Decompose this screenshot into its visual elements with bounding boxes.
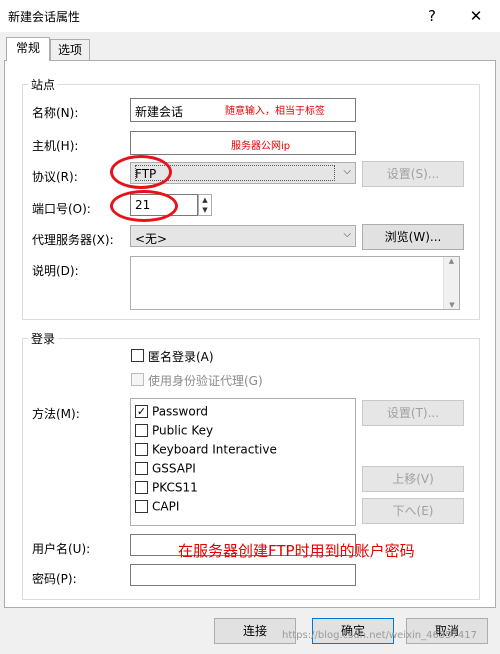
method-label-password: Password — [152, 404, 209, 419]
password-label: 密码(P): — [32, 572, 77, 586]
chevron-down-icon: ⌵ — [343, 166, 351, 177]
list-item[interactable]: CAPI — [135, 497, 179, 515]
anonymous-label: 匿名登录(A) — [148, 350, 214, 364]
list-item[interactable]: GSSAPI — [135, 459, 196, 477]
public-key-checkbox[interactable] — [135, 424, 148, 437]
auth-agent-label: 使用身份验证代理(G) — [148, 374, 263, 388]
method-settings-button[interactable]: 设置(T)... — [362, 400, 464, 426]
account-annotation: 在服务器创建FTP时用到的账户密码 — [178, 542, 415, 560]
help-button[interactable]: ? — [418, 4, 446, 28]
protocol-highlight-ellipse — [110, 155, 172, 189]
name-field[interactable]: 新建会话 随意输入，相当于标签 — [130, 98, 356, 122]
tab-general[interactable]: 常规 — [6, 37, 50, 61]
proxy-select[interactable]: <无> ⌵ — [130, 225, 356, 247]
password-checkbox[interactable]: ✓ — [135, 405, 148, 418]
chevron-down-icon: ⌵ — [343, 229, 351, 240]
keyboard-interactive-checkbox[interactable] — [135, 443, 148, 456]
watermark: https://blog.csdn.net/weixin_46357417 — [282, 630, 478, 641]
auth-agent-checkbox[interactable] — [131, 373, 144, 386]
browse-button[interactable]: 浏览(W)... — [362, 224, 464, 250]
method-label-public-key: Public Key — [152, 423, 214, 438]
proxy-value: <无> — [135, 232, 168, 246]
anonymous-checkbox[interactable] — [131, 349, 144, 362]
method-label: 方法(M): — [32, 407, 80, 421]
gssapi-checkbox[interactable] — [135, 462, 148, 475]
method-label-pkcs11: PKCS11 — [152, 480, 198, 495]
port-label: 端口号(O): — [32, 202, 91, 216]
proxy-label: 代理服务器(X): — [32, 233, 114, 247]
description-scrollbar[interactable]: ▲ ▼ — [443, 257, 459, 309]
list-item[interactable]: Keyboard Interactive — [135, 440, 277, 458]
port-spinner[interactable]: ▲ ▼ — [198, 194, 212, 216]
username-label: 用户名(U): — [32, 542, 91, 556]
method-label-gssapi: GSSAPI — [152, 461, 196, 476]
spin-down-icon[interactable]: ▼ — [199, 205, 211, 215]
login-group-title: 登录 — [28, 330, 59, 347]
password-field[interactable] — [130, 564, 356, 586]
list-item[interactable]: PKCS11 — [135, 478, 198, 496]
list-item[interactable]: ✓ Password — [135, 402, 208, 420]
protocol-settings-button[interactable]: 设置(S)... — [362, 161, 464, 187]
pkcs11-checkbox[interactable] — [135, 481, 148, 494]
host-field[interactable]: 服务器公网ip — [130, 131, 356, 155]
move-up-button[interactable]: 上移(V) — [362, 466, 464, 492]
name-label: 名称(N): — [32, 106, 79, 120]
move-down-button[interactable]: 下へ(E) — [362, 498, 464, 524]
method-listbox[interactable]: ✓ Password Public Key Keyboard Interactiv… — [130, 398, 356, 526]
site-group-title: 站点 — [28, 76, 59, 93]
host-label: 主机(H): — [32, 139, 79, 153]
window-title: 新建会话属性 — [8, 10, 81, 24]
capi-checkbox[interactable] — [135, 500, 148, 513]
name-field-value: 新建会话 — [135, 105, 184, 119]
tab-options[interactable]: 选项 — [50, 39, 90, 61]
description-label: 说明(D): — [32, 264, 79, 278]
protocol-label: 协议(R): — [32, 170, 78, 184]
port-highlight-ellipse — [110, 190, 178, 222]
method-label-keyboard-interactive: Keyboard Interactive — [152, 442, 277, 457]
scroll-down-icon[interactable]: ▼ — [444, 301, 460, 309]
name-annotation: 随意输入，相当于标签 — [225, 106, 325, 117]
close-button[interactable]: ✕ — [462, 4, 490, 28]
scroll-up-icon[interactable]: ▲ — [444, 257, 459, 265]
method-label-capi: CAPI — [152, 499, 180, 514]
spin-up-icon[interactable]: ▲ — [199, 195, 211, 205]
list-item[interactable]: Public Key — [135, 421, 213, 439]
host-annotation: 服务器公网ip — [231, 141, 291, 152]
description-field[interactable]: ▲ ▼ — [130, 256, 460, 310]
